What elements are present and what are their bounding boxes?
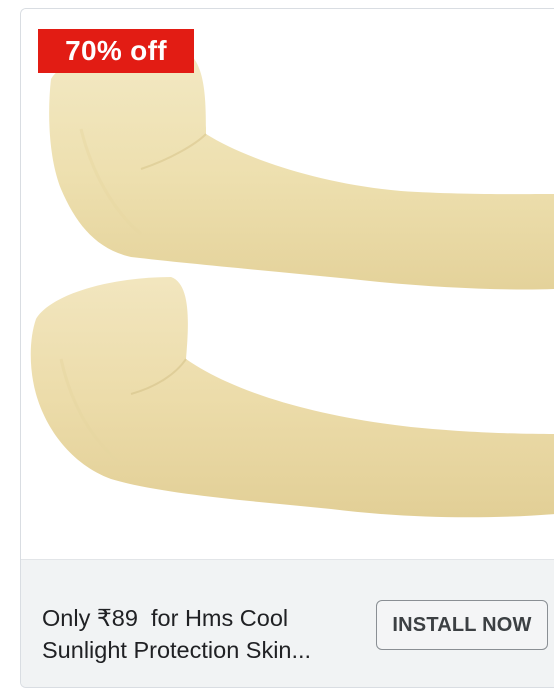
ad-headline[interactable]: Only ₹89 for Hms Cool Sunlight Protectio… (42, 602, 362, 666)
arm-sleeves-icon (30, 47, 554, 518)
lower-sleeve (30, 277, 554, 518)
ad-footer: Only ₹89 for Hms Cool Sunlight Protectio… (21, 559, 554, 687)
product-image[interactable]: 70% off (21, 9, 554, 559)
install-now-button[interactable]: INSTALL NOW (376, 600, 548, 650)
discount-badge: 70% off (38, 29, 194, 73)
upper-sleeve (49, 47, 554, 290)
ad-card[interactable]: 70% off Only ₹89 for Hms Cool Sunlight P… (20, 8, 554, 688)
